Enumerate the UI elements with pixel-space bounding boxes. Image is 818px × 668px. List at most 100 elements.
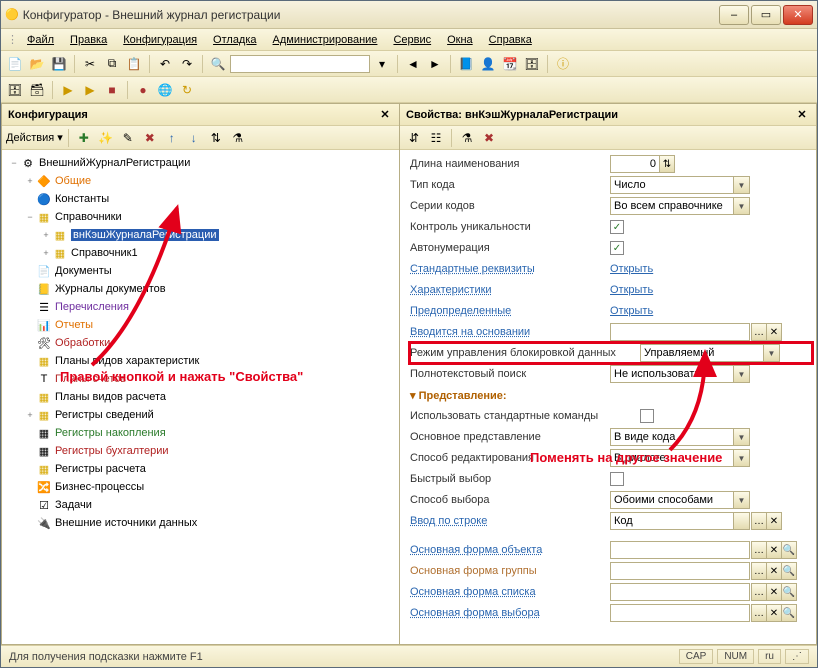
prop-formsel-label[interactable]: Основная форма выбора [410, 607, 610, 619]
tree-common[interactable]: +🔶Общие [2, 172, 399, 190]
minimize-button[interactable]: – [719, 5, 749, 25]
tree-info-reg[interactable]: +▦Регистры сведений [2, 406, 399, 424]
panel-close-icon[interactable]: ✕ [794, 108, 810, 121]
maximize-button[interactable]: ▭ [751, 5, 781, 25]
sort-az-icon[interactable]: ⇵ [404, 128, 424, 148]
prop-formsel-input[interactable] [610, 604, 750, 622]
panel-close-icon[interactable]: ✕ [377, 108, 393, 121]
prop-formobj-label[interactable]: Основная форма объекта [410, 544, 610, 556]
tree-char-plans[interactable]: ▦Планы видов характеристик [2, 352, 399, 370]
run-icon[interactable]: ▶ [80, 80, 100, 100]
add-icon[interactable]: ✚ [74, 128, 94, 148]
prop-lockmode-combo[interactable]: Управляемый▼ [640, 344, 780, 362]
sort-icon[interactable]: ⇅ [206, 128, 226, 148]
props-filter-icon[interactable]: ⚗ [457, 128, 477, 148]
clear-icon[interactable]: ✕ [766, 323, 782, 341]
new-icon[interactable]: 📄 [5, 54, 25, 74]
prop-char-label[interactable]: Характеристики [410, 284, 610, 296]
chevron-down-icon[interactable]: ▼ [733, 198, 749, 214]
prop-selmode-combo[interactable]: Обоими способами▼ [610, 491, 750, 509]
prop-editmode-combo[interactable]: В диалоге▼ [610, 449, 750, 467]
prop-uniq-check[interactable]: ✓ [610, 220, 624, 234]
paste-icon[interactable]: 📋 [124, 54, 144, 74]
tree-root[interactable]: −⚙ВнешнийЖурналРегистрации [2, 154, 399, 172]
tree-documents[interactable]: 📄Документы [2, 262, 399, 280]
down-icon[interactable]: ↓ [184, 128, 204, 148]
db-icon[interactable]: 🗄 [522, 54, 542, 74]
prop-formobj-input[interactable] [610, 541, 750, 559]
breakpoint-icon[interactable]: ● [133, 80, 153, 100]
filter-icon[interactable]: ⚗ [228, 128, 248, 148]
prop-stdreq-label[interactable]: Стандартные реквизиты [410, 263, 610, 275]
menu-help[interactable]: Справка [482, 32, 539, 48]
clear-icon[interactable]: ✕ [766, 562, 782, 580]
open-link[interactable]: Открыть [610, 305, 653, 317]
tree-accum-reg[interactable]: ▦Регистры накопления [2, 424, 399, 442]
db-update-icon[interactable]: 🗄 [5, 80, 25, 100]
spinner-icon[interactable]: ⇅ [659, 155, 675, 173]
chevron-down-icon[interactable]: ▼ [733, 492, 749, 508]
tree-calc-plans[interactable]: ▦Планы видов расчета [2, 388, 399, 406]
menu-admin[interactable]: Администрирование [266, 32, 385, 48]
search-icon[interactable]: 🔍 [781, 583, 797, 601]
prop-formlist-label[interactable]: Основная форма списка [410, 586, 610, 598]
categorize-icon[interactable]: ☷ [426, 128, 446, 148]
prop-basedon-input[interactable] [610, 323, 750, 341]
chevron-down-icon[interactable] [733, 513, 749, 529]
tree-tasks[interactable]: ☑Задачи [2, 496, 399, 514]
menu-windows[interactable]: Окна [440, 32, 480, 48]
up-icon[interactable]: ↑ [162, 128, 182, 148]
prop-stdcmd-check[interactable] [640, 409, 654, 423]
wizard-icon[interactable]: ✨ [96, 128, 116, 148]
menu-edit[interactable]: Правка [63, 32, 114, 48]
calendar-icon[interactable]: 📆 [500, 54, 520, 74]
prop-rowinput-label[interactable]: Ввод по строке [410, 515, 610, 527]
search-icon[interactable]: 🔍 [208, 54, 228, 74]
tree-journals[interactable]: 📒Журналы документов [2, 280, 399, 298]
tree-calc-reg[interactable]: ▦Регистры расчета [2, 460, 399, 478]
prop-predef-label[interactable]: Предопределенные [410, 305, 610, 317]
tree-enums[interactable]: ☰Перечисления [2, 298, 399, 316]
tree-processing[interactable]: 🛠Обработки [2, 334, 399, 352]
play-icon[interactable]: ▶ [58, 80, 78, 100]
props-x-icon[interactable]: ✖ [479, 128, 499, 148]
status-resize-icon[interactable]: ⋰ [785, 649, 809, 664]
ellipsis-icon[interactable]: … [751, 583, 767, 601]
chevron-down-icon[interactable]: ▼ [733, 177, 749, 193]
chevron-down-icon[interactable]: ▼ [733, 450, 749, 466]
ellipsis-icon[interactable]: … [751, 323, 767, 341]
menu-config[interactable]: Конфигурация [116, 32, 204, 48]
tree-constants[interactable]: 🔵Константы [2, 190, 399, 208]
redo-icon[interactable]: ↷ [177, 54, 197, 74]
menu-service[interactable]: Сервис [386, 32, 438, 48]
actions-menu[interactable]: Действия ▾ [6, 131, 63, 144]
clear-icon[interactable]: ✕ [766, 512, 782, 530]
tree-accounts[interactable]: ТПланы счетов [2, 370, 399, 388]
search-icon[interactable]: 🔍 [781, 562, 797, 580]
tree-catalog-1[interactable]: +▦Справочник1 [2, 244, 399, 262]
chevron-down-icon[interactable]: ▼ [733, 429, 749, 445]
menu-debug[interactable]: Отладка [206, 32, 263, 48]
prop-codeseries-combo[interactable]: Во всем справочнике▼ [610, 197, 750, 215]
open-icon[interactable]: 📂 [27, 54, 47, 74]
ellipsis-icon[interactable]: … [751, 604, 767, 622]
prop-autonum-check[interactable]: ✓ [610, 241, 624, 255]
globe-icon[interactable]: 🌐 [155, 80, 175, 100]
tree-catalog-cache[interactable]: +▦внКэшЖурналаРегистрации [2, 226, 399, 244]
tree-catalogs[interactable]: −▦Справочники [2, 208, 399, 226]
prop-formlist-input[interactable] [610, 583, 750, 601]
edit-icon[interactable]: ✎ [118, 128, 138, 148]
clear-icon[interactable]: ✕ [766, 604, 782, 622]
prop-codetype-combo[interactable]: Число▼ [610, 176, 750, 194]
user-icon[interactable]: 👤 [478, 54, 498, 74]
open-link[interactable]: Открыть [610, 284, 653, 296]
copy-icon[interactable]: ⧉ [102, 54, 122, 74]
save-icon[interactable]: 💾 [49, 54, 69, 74]
config-tree[interactable]: −⚙ВнешнийЖурналРегистрации +🔶Общие 🔵Конс… [2, 150, 399, 536]
prop-basedon-label[interactable]: Вводится на основании [410, 326, 610, 338]
search-icon[interactable]: 🔍 [781, 604, 797, 622]
clear-icon[interactable]: ✕ [766, 583, 782, 601]
ellipsis-icon[interactable]: … [751, 562, 767, 580]
prop-fulltext-combo[interactable]: Не использовать▼ [610, 365, 750, 383]
undo-icon[interactable]: ↶ [155, 54, 175, 74]
